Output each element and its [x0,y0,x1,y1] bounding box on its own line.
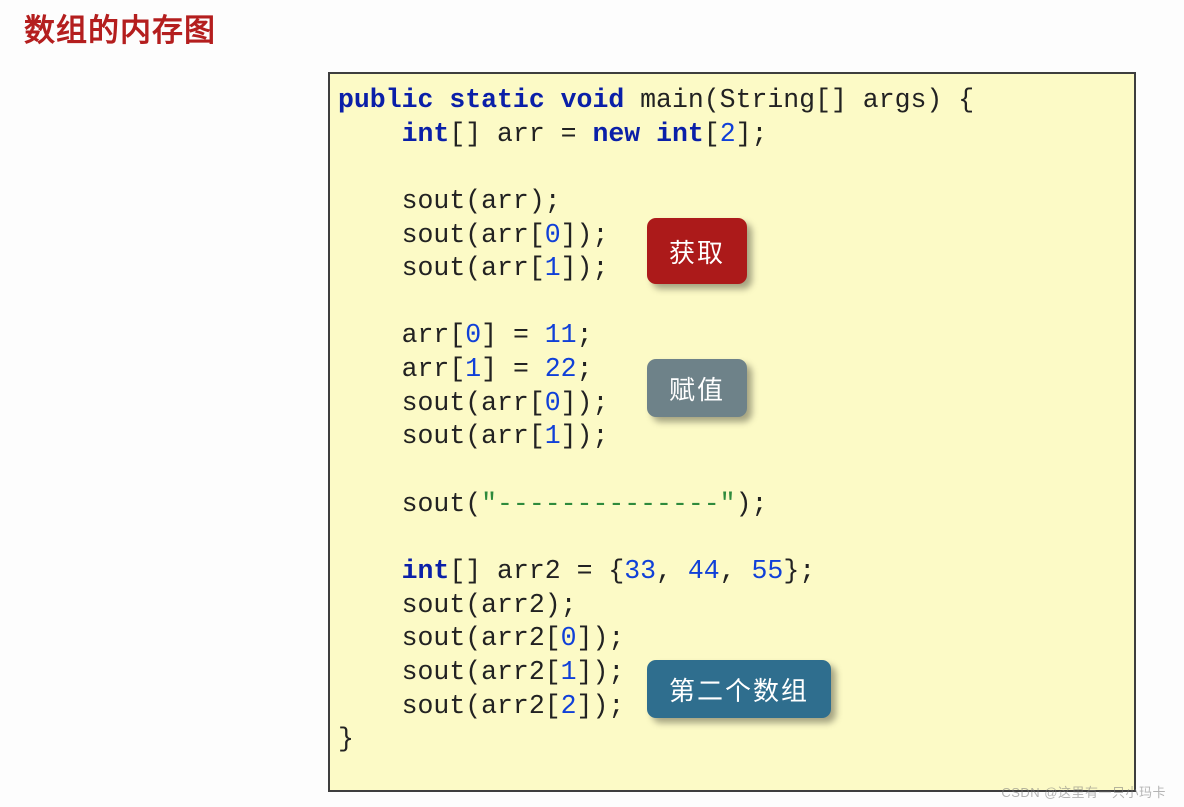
code-text: sout(arr[ [338,253,545,283]
page: 数组的内存图 public static void main(String[] … [0,0,1184,807]
code-text: [ [704,119,720,149]
code-num: 11 [545,320,577,350]
code-text: sout(arr2[ [338,623,561,653]
code-text: main(String[] args) { [624,85,974,115]
code-text: ]); [577,691,625,721]
code-num: 2 [561,691,577,721]
code-text: ]); [561,421,609,451]
code-num: 1 [545,421,561,451]
code-text: sout(arr2); [338,590,577,620]
watermark: CSDN @这里有一只小玛卡 [1001,782,1166,801]
code-text: ; [577,320,593,350]
badge-set: 赋值 [647,359,747,417]
code-text: ]); [561,220,609,250]
code-kw: new int [592,119,703,149]
code-num: 0 [545,388,561,418]
code-num: 44 [688,556,720,586]
code-text: ); [736,489,768,519]
code-text: sout(arr2[ [338,657,561,687]
code-text: }; [783,556,815,586]
code-text: , [656,556,688,586]
code-text: sout(arr2[ [338,691,561,721]
code-num: 1 [561,657,577,687]
code-num: 0 [465,320,481,350]
code-text: [] arr = [449,119,592,149]
code-string: "--------------" [481,489,735,519]
code-text: ; [577,354,593,384]
code-num: 0 [561,623,577,653]
badge-second: 第二个数组 [647,660,831,718]
code-text: sout( [338,489,481,519]
code-text: ]); [561,388,609,418]
code-num: 33 [624,556,656,586]
code-num: 1 [465,354,481,384]
code-text: ] = [481,320,545,350]
code-text: arr[ [338,320,465,350]
code: public static void main(String[] args) {… [338,84,1126,757]
code-text: sout(arr[ [338,220,545,250]
code-num: 55 [752,556,784,586]
code-num: 22 [545,354,577,384]
code-num: 1 [545,253,561,283]
code-num: 2 [720,119,736,149]
badge-get: 获取 [647,218,747,284]
code-text: ]); [561,253,609,283]
code-text: ]); [577,657,625,687]
page-title: 数组的内存图 [24,5,216,50]
code-text: ]; [736,119,768,149]
code-text: [] arr2 = { [449,556,624,586]
code-text: ]); [577,623,625,653]
code-text: } [338,724,354,754]
code-text: ] = [481,354,545,384]
code-text: sout(arr[ [338,388,545,418]
code-text: sout(arr); [338,186,561,216]
code-kw: int [402,119,450,149]
code-text: arr[ [338,354,465,384]
code-text [338,556,402,586]
code-kw: int [402,556,450,586]
code-num: 0 [545,220,561,250]
code-text [338,119,402,149]
code-text: sout(arr[ [338,421,545,451]
code-kw: public static void [338,85,624,115]
code-text: , [720,556,752,586]
